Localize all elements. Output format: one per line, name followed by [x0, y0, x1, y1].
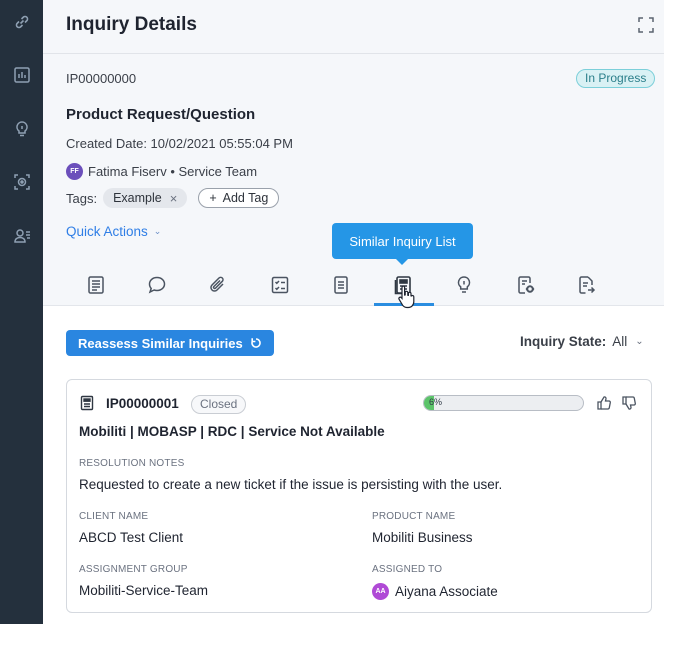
product-name-value: Mobiliti Business	[372, 530, 473, 545]
plus-icon: +	[209, 191, 217, 205]
client-name-value: ABCD Test Client	[79, 530, 184, 545]
avatar: FF	[66, 162, 83, 180]
remove-tag-icon[interactable]: ×	[170, 191, 178, 206]
document-forward-icon	[579, 276, 596, 294]
client-name-label: CLIENT NAME	[79, 511, 149, 522]
chevron-down-icon: ⌄	[635, 336, 644, 347]
avatar: AA	[372, 583, 389, 600]
tag-chip[interactable]: Example ×	[103, 188, 188, 208]
tab-comments[interactable]	[142, 270, 172, 300]
chevron-down-icon: ⌄	[153, 226, 162, 236]
inquiry-state-value: All	[612, 334, 628, 349]
owner-name[interactable]: Fatima Fiserv • Service Team	[88, 164, 257, 179]
status-badge: Closed	[191, 395, 247, 414]
inquiry-state-filter: Inquiry State: All ⌄	[520, 334, 644, 349]
status-badge: In Progress	[576, 69, 656, 88]
owner-row: FF Fatima Fiserv • Service Team	[66, 162, 257, 180]
tab-details[interactable]	[81, 270, 111, 300]
tag-label: Example	[113, 191, 162, 205]
inquiry-summary-section: Inquiry Details IP00000000 In Progress P…	[43, 0, 664, 309]
tab-notes[interactable]	[326, 270, 356, 300]
resolution-notes-value: Requested to create a new ticket if the …	[79, 477, 503, 492]
document-icon	[80, 395, 94, 411]
reassess-similar-inquiries-button[interactable]: Reassess Similar Inquiries	[66, 330, 274, 356]
inquiry-state-label: Inquiry State:	[520, 334, 607, 349]
bar-chart-icon[interactable]	[0, 58, 43, 92]
quick-actions-dropdown[interactable]: Quick Actions ⌄	[66, 224, 161, 239]
similarity-score-bar: 6%	[423, 395, 584, 411]
tab-document-forward[interactable]	[572, 270, 602, 300]
document-view-icon	[518, 276, 535, 294]
tab-attachments[interactable]	[203, 270, 233, 300]
panel-header: Inquiry Details	[43, 0, 664, 54]
details-icon	[88, 276, 104, 294]
left-nav-rail	[0, 0, 43, 624]
thumbs-up-icon[interactable]	[596, 395, 612, 411]
thumbs-down-icon[interactable]	[621, 395, 637, 411]
inquiry-state-select[interactable]: All ⌄	[612, 334, 643, 349]
resolution-notes-label: RESOLUTION NOTES	[79, 458, 185, 469]
expand-icon[interactable]	[637, 16, 655, 34]
target-scan-icon[interactable]	[0, 165, 43, 199]
inquiry-id: IP00000000	[66, 71, 137, 86]
similar-inquiry-list-icon	[394, 276, 411, 295]
refresh-icon	[250, 338, 261, 348]
link-icon[interactable]	[0, 5, 43, 39]
add-tag-button[interactable]: + Add Tag	[198, 188, 280, 208]
tags-row: Tags: Example × + Add Tag	[66, 187, 280, 209]
tooltip-arrow	[395, 258, 409, 265]
tab-document-view[interactable]	[511, 270, 541, 300]
user-list-icon[interactable]	[0, 219, 43, 253]
reassess-label: Reassess Similar Inquiries	[78, 335, 243, 351]
tab-tooltip: Similar Inquiry List	[332, 223, 473, 259]
notes-icon	[334, 276, 348, 294]
similar-inquiry-title: Mobiliti | MOBASP | RDC | Service Not Av…	[79, 424, 385, 439]
checklist-icon	[271, 276, 289, 294]
comment-icon	[148, 276, 166, 294]
tab-insights[interactable]	[449, 270, 479, 300]
tags-label: Tags:	[66, 190, 98, 206]
created-date: Created Date: 10/02/2021 05:55:04 PM	[66, 136, 293, 151]
page-title: Inquiry Details	[66, 14, 197, 35]
product-name-label: PRODUCT NAME	[372, 511, 456, 522]
assigned-to-row: AA Aiyana Associate	[372, 583, 498, 600]
inquiry-title: Product Request/Question	[66, 106, 256, 123]
lightbulb-icon	[457, 276, 471, 293]
quick-actions-label: Quick Actions	[66, 224, 148, 239]
similar-inquiry-card[interactable]: IP00000001 Closed 6% Mobiliti | MOBASP |…	[66, 379, 652, 613]
assignment-group-label: ASSIGNMENT GROUP	[79, 564, 188, 575]
similarity-score-text: 6%	[429, 397, 443, 407]
assigned-to-value[interactable]: Aiyana Associate	[395, 584, 498, 599]
assigned-to-label: ASSIGNED TO	[372, 564, 443, 575]
active-tab-indicator	[374, 303, 434, 306]
assignment-group-value: Mobiliti-Service-Team	[79, 583, 209, 598]
tab-similar-inquiry-list[interactable]	[388, 270, 418, 300]
inquiry-details-panel: Inquiry Details IP00000000 In Progress P…	[43, 0, 664, 624]
tab-checklist[interactable]	[265, 270, 295, 300]
similar-inquiry-id[interactable]: IP00000001	[106, 396, 179, 411]
lightbulb-icon[interactable]	[0, 112, 43, 146]
attachment-icon	[210, 276, 224, 292]
add-tag-label: Add Tag	[222, 191, 269, 205]
